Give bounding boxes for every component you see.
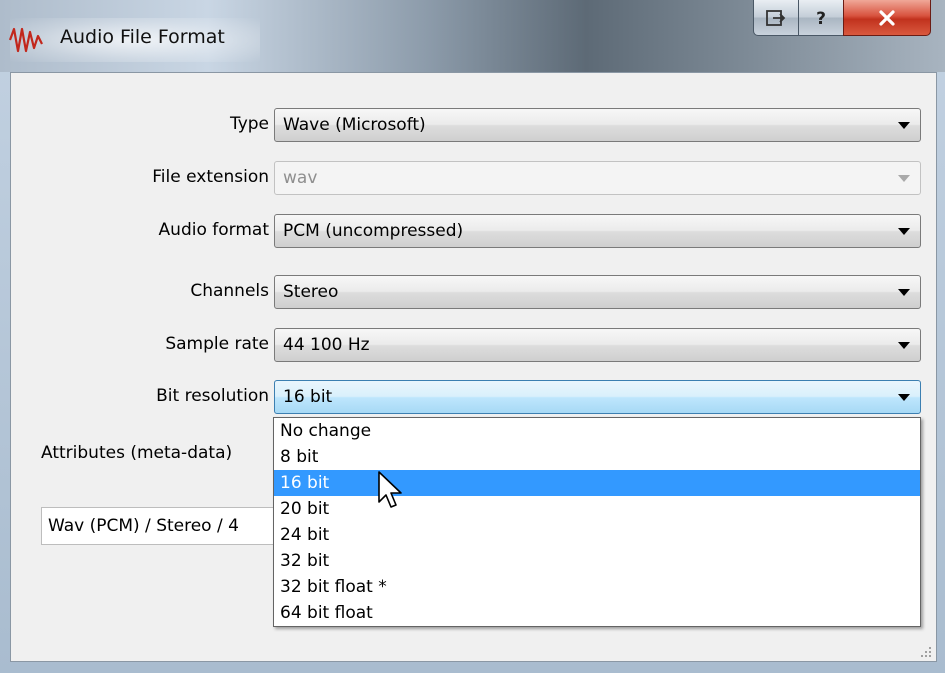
bit-resolution-label: Bit resolution [156,386,269,406]
mouse-pointer-icon [377,470,407,514]
audio-file-format-window: Audio File Format ? Type Wave (Microsoft… [0,0,945,673]
channels-value: Stereo [283,282,339,302]
resize-grip-icon[interactable] [918,643,932,657]
option-no-change[interactable]: No change [274,418,920,444]
close-icon [877,9,897,27]
option-64-bit-float[interactable]: 64 bit float [274,600,920,626]
help-button[interactable]: ? [798,0,844,36]
dropdown-arrow-icon [898,122,910,129]
audio-format-combobox[interactable]: PCM (uncompressed) [274,214,921,248]
bit-resolution-row: Bit resolution 16 bit [11,378,938,418]
channels-combobox[interactable]: Stereo [274,275,921,309]
option-32-bit[interactable]: 32 bit [274,548,920,574]
restore-icon [765,9,787,27]
dropdown-arrow-icon [898,175,910,182]
option-32-bit-float[interactable]: 32 bit float * [274,574,920,600]
file-extension-combobox: wav [274,161,921,195]
caption-buttons: ? [753,0,931,44]
option-16-bit[interactable]: 16 bit [274,470,920,496]
sample-rate-combobox[interactable]: 44 100 Hz [274,328,921,362]
close-button[interactable] [843,0,931,36]
option-8-bit[interactable]: 8 bit [274,444,920,470]
help-icon: ? [813,8,829,28]
sample-rate-label: Sample rate [165,334,269,354]
sample-rate-row: Sample rate 44 100 Hz [11,326,938,366]
window-title: Audio File Format [60,26,225,48]
option-20-bit[interactable]: 20 bit [274,496,920,522]
sample-rate-value: 44 100 Hz [283,335,370,355]
audio-format-label: Audio format [158,220,269,240]
dropdown-arrow-icon [898,289,910,296]
type-label: Type [229,114,269,134]
file-extension-value: wav [283,168,318,188]
audio-format-row: Audio format PCM (uncompressed) [11,212,938,252]
file-extension-row: File extension wav [11,159,938,199]
restore-button[interactable] [753,0,799,36]
title-bar[interactable]: Audio File Format ? [0,0,945,72]
svg-text:?: ? [816,9,826,28]
type-combobox[interactable]: Wave (Microsoft) [274,108,921,142]
channels-label: Channels [190,281,269,301]
waveform-app-icon [8,24,50,56]
attributes-label: Attributes (meta-data) [41,443,233,463]
dropdown-arrow-icon [898,342,910,349]
bit-resolution-combobox[interactable]: 16 bit [274,380,921,414]
option-24-bit[interactable]: 24 bit [274,522,920,548]
channels-row: Channels Stereo [11,273,938,313]
dropdown-arrow-icon [898,394,910,401]
bit-resolution-value: 16 bit [283,387,333,407]
file-extension-label: File extension [152,167,269,187]
audio-format-value: PCM (uncompressed) [283,221,464,241]
type-value: Wave (Microsoft) [283,115,426,135]
dropdown-arrow-icon [898,228,910,235]
bit-resolution-dropdown-list: No change 8 bit 16 bit 20 bit 24 bit 32 … [273,417,921,627]
type-row: Type Wave (Microsoft) [11,106,938,146]
format-summary-text: Wav (PCM) / Stereo / 4 [48,516,239,536]
